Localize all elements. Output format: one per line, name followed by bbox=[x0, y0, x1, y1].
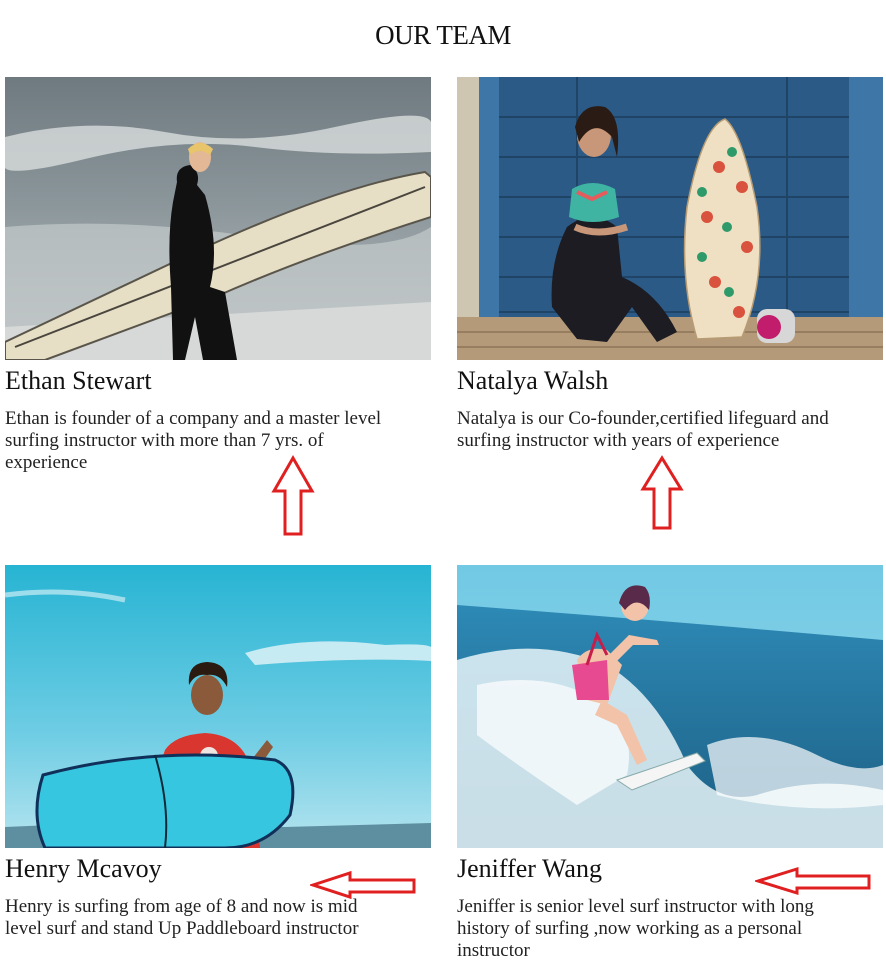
up-arrow-icon bbox=[271, 455, 315, 536]
page-title: OUR TEAM bbox=[375, 20, 511, 50]
member-name: Ethan Stewart bbox=[5, 366, 152, 395]
left-arrow-icon bbox=[755, 866, 871, 896]
surfer-with-blue-board-photo bbox=[5, 565, 431, 848]
team-card-jeniffer: Jeniffer Wang Jeniffer is senior level s… bbox=[457, 565, 883, 962]
left-arrow-icon bbox=[310, 870, 416, 900]
member-bio: Natalya is our Co-founder,certified life… bbox=[457, 408, 829, 451]
member-bio: Ethan is founder of a company and a mast… bbox=[5, 408, 382, 473]
member-bio: Jeniffer is senior level surf instructor… bbox=[457, 896, 814, 961]
team-card-natalya: Natalya Walsh Natalya is our Co-founder,… bbox=[457, 77, 883, 452]
up-arrow-icon bbox=[640, 455, 684, 530]
team-card-ethan: Ethan Stewart Ethan is founder of a comp… bbox=[5, 77, 431, 474]
woman-riding-wave-photo bbox=[457, 565, 883, 848]
woman-sitting-with-board-photo bbox=[457, 77, 883, 360]
member-name: Natalya Walsh bbox=[457, 366, 609, 395]
member-bio: Henry is surfing from age of 8 and now i… bbox=[5, 896, 359, 939]
surfer-with-longboard-photo bbox=[5, 77, 431, 360]
